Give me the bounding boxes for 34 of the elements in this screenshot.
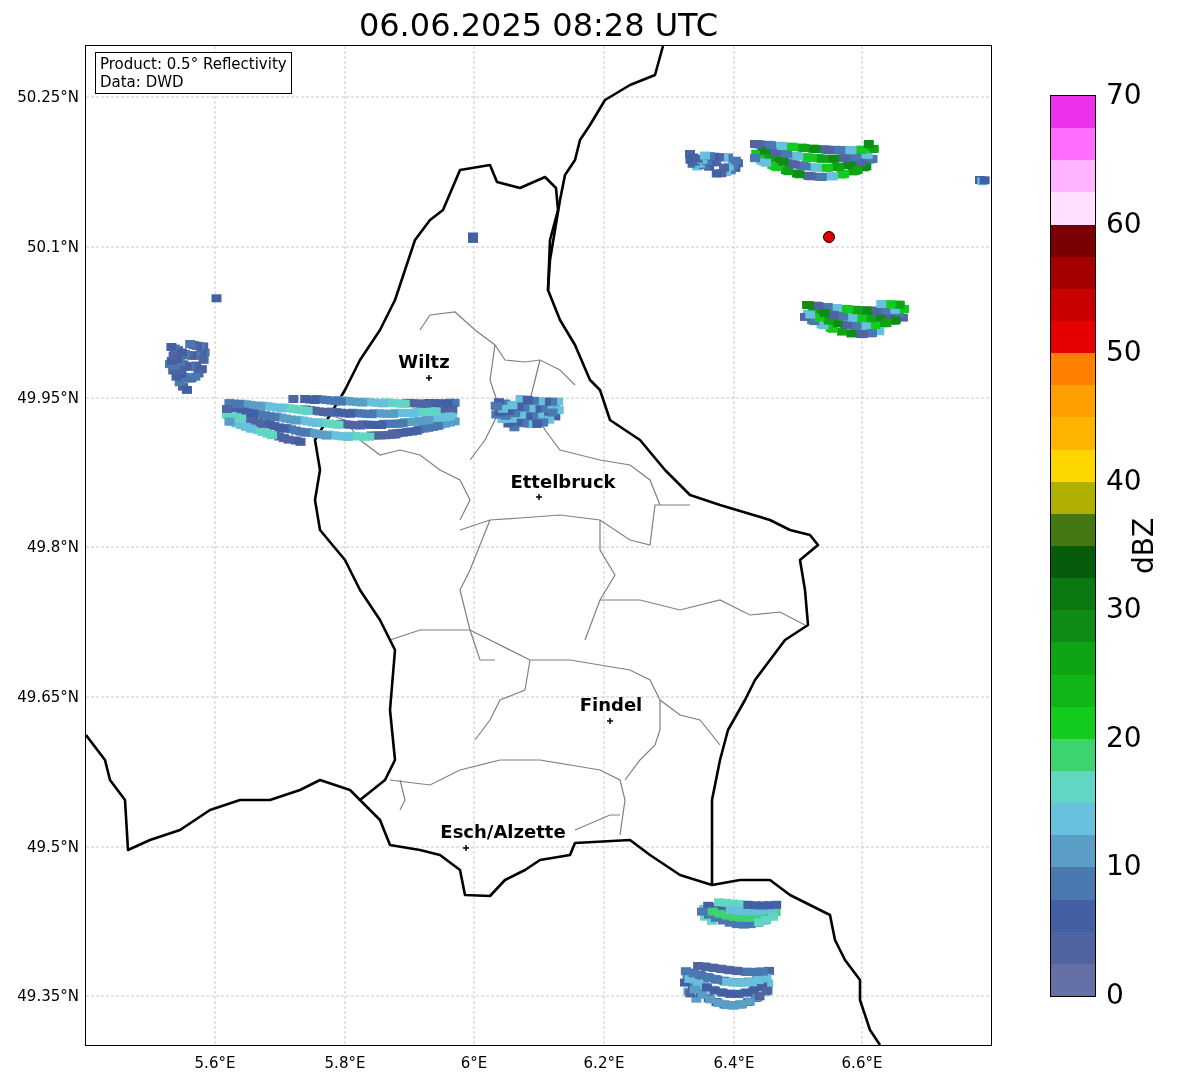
city-marker-icon <box>606 717 614 725</box>
city-label: Esch/Alzette <box>440 821 566 842</box>
longitude-label: 6.2°E <box>583 1053 625 1074</box>
latitude-label: 50.1°N <box>26 238 79 256</box>
city-label: Findel <box>579 694 643 715</box>
colorbar-tick-label: 60 <box>1106 207 1142 240</box>
longitude-label: 6.6°E <box>841 1053 883 1074</box>
info-text: Data: DWD <box>100 73 185 91</box>
colorbar-label: dBZ <box>1126 517 1162 575</box>
colorbar-tick-label: 50 <box>1106 336 1142 369</box>
chart-title: 06.06.2025 08:28 UTC <box>358 5 719 45</box>
city-marker-icon <box>462 844 470 852</box>
latitude-label: 49.65°N <box>17 688 79 706</box>
city-label: Ettelbruck <box>510 471 616 492</box>
colorbar-tick-label: 20 <box>1106 721 1142 754</box>
longitude-label: 5.8°E <box>324 1053 366 1074</box>
latitude-label: 49.8°N <box>26 538 79 556</box>
colorbar-tick-label: 0 <box>1106 979 1124 1011</box>
colorbar-tick-label: 40 <box>1106 464 1142 497</box>
latitude-label: 50.25°N <box>17 88 79 106</box>
city-marker-icon <box>425 374 433 382</box>
info-text: Product: 0.5° Reflectivity <box>100 55 287 73</box>
latitude-label: 49.95°N <box>17 389 79 407</box>
radar-site-marker <box>823 231 835 243</box>
colorbar-tick-label: 10 <box>1106 850 1142 883</box>
latitude-label: 49.5°N <box>26 838 79 856</box>
city-marker-icon <box>535 493 543 501</box>
city-label: Wiltz <box>398 351 450 372</box>
longitude-label: 5.6°E <box>194 1053 236 1074</box>
longitude-label: 6°E <box>460 1053 488 1074</box>
latitude-label: 49.35°N <box>17 987 79 1005</box>
colorbar-tick-label: 30 <box>1106 593 1142 626</box>
colorbar-tick-label: 70 <box>1106 79 1142 111</box>
longitude-label: 6.4°E <box>713 1053 755 1074</box>
